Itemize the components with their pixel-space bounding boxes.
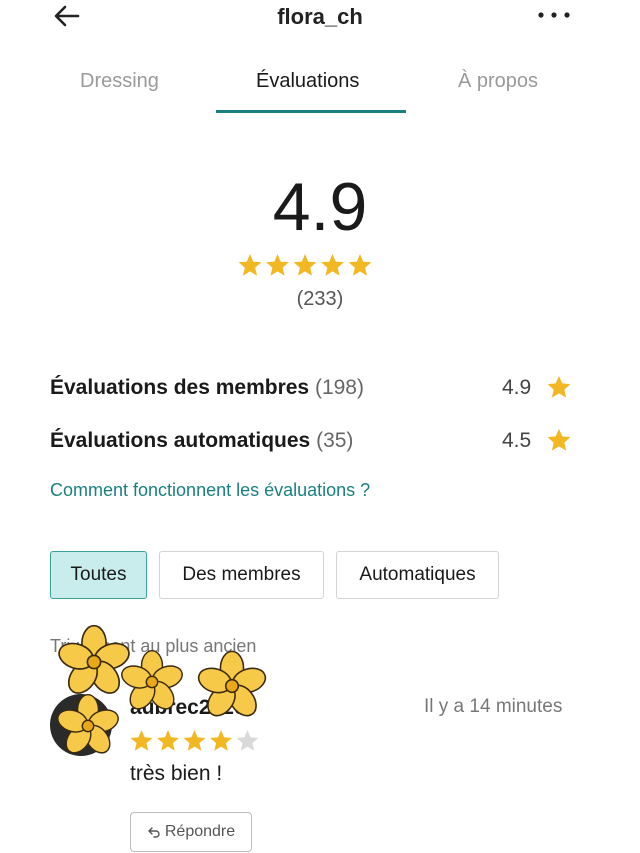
review-time: Il y a 14 minutes (424, 696, 563, 717)
overall-star-4 (321, 254, 344, 276)
member-ratings-row: Évaluations des membres (198) 4.9 (50, 374, 580, 404)
automatic-ratings-score: 4.5 (502, 429, 532, 452)
avatar[interactable] (50, 694, 112, 756)
tab-dressing[interactable]: Dressing (80, 70, 159, 93)
automatic-ratings-row: Évaluations automatiques (35) 4.5 (50, 427, 580, 457)
member-ratings-label: Évaluations des membres (198) (50, 376, 364, 400)
more-options-icon[interactable] (536, 4, 572, 26)
filter-all-button[interactable]: Toutes (50, 551, 147, 599)
tab-bar: Dressing Évaluations À propos (0, 56, 640, 114)
automatic-ratings-label: Évaluations automatiques (35) (50, 429, 353, 453)
reply-button[interactable]: Répondre (130, 812, 252, 852)
how-ratings-work-link[interactable]: Comment fonctionnent les évaluations ? (50, 480, 370, 501)
tab-evaluations[interactable]: Évaluations (256, 70, 359, 93)
review-star-4 (210, 730, 232, 751)
automatic-ratings-count: (35) (316, 429, 354, 452)
reply-button-label: Répondre (164, 823, 236, 840)
member-ratings-count: (198) (314, 376, 364, 399)
reply-arrow-icon (148, 827, 160, 838)
overall-star-5 (348, 254, 372, 276)
active-tab-indicator (216, 110, 406, 113)
member-ratings-title: Évaluations des membres (50, 376, 310, 399)
total-review-count: (233) (296, 288, 344, 310)
automatic-ratings-title: Évaluations automatiques (50, 429, 311, 452)
reviewer-name[interactable]: aubrec2020 (130, 696, 246, 720)
review-text: très bien ! (130, 762, 223, 785)
filter-automatic-button[interactable]: Automatiques (336, 551, 499, 599)
overall-star-3 (293, 254, 317, 276)
overall-star-rating (238, 254, 372, 276)
review-star-rating (130, 730, 259, 751)
review-star-5 (236, 730, 259, 751)
top-bar: flora_ch (0, 0, 640, 36)
member-ratings-score: 4.9 (502, 376, 532, 399)
sort-order-label[interactable]: Tri : récent au plus ancien (50, 636, 256, 657)
review-star-3 (183, 730, 206, 751)
overall-star-2 (266, 254, 289, 276)
overall-star-1 (238, 254, 262, 276)
overall-score: 4.9 (272, 169, 368, 245)
filter-members-button[interactable]: Des membres (159, 551, 324, 599)
review-star-1 (130, 730, 153, 751)
tab-a-propos[interactable]: À propos (458, 70, 538, 93)
review-star-2 (157, 730, 179, 751)
star-icon (547, 428, 571, 451)
star-icon (547, 375, 571, 398)
